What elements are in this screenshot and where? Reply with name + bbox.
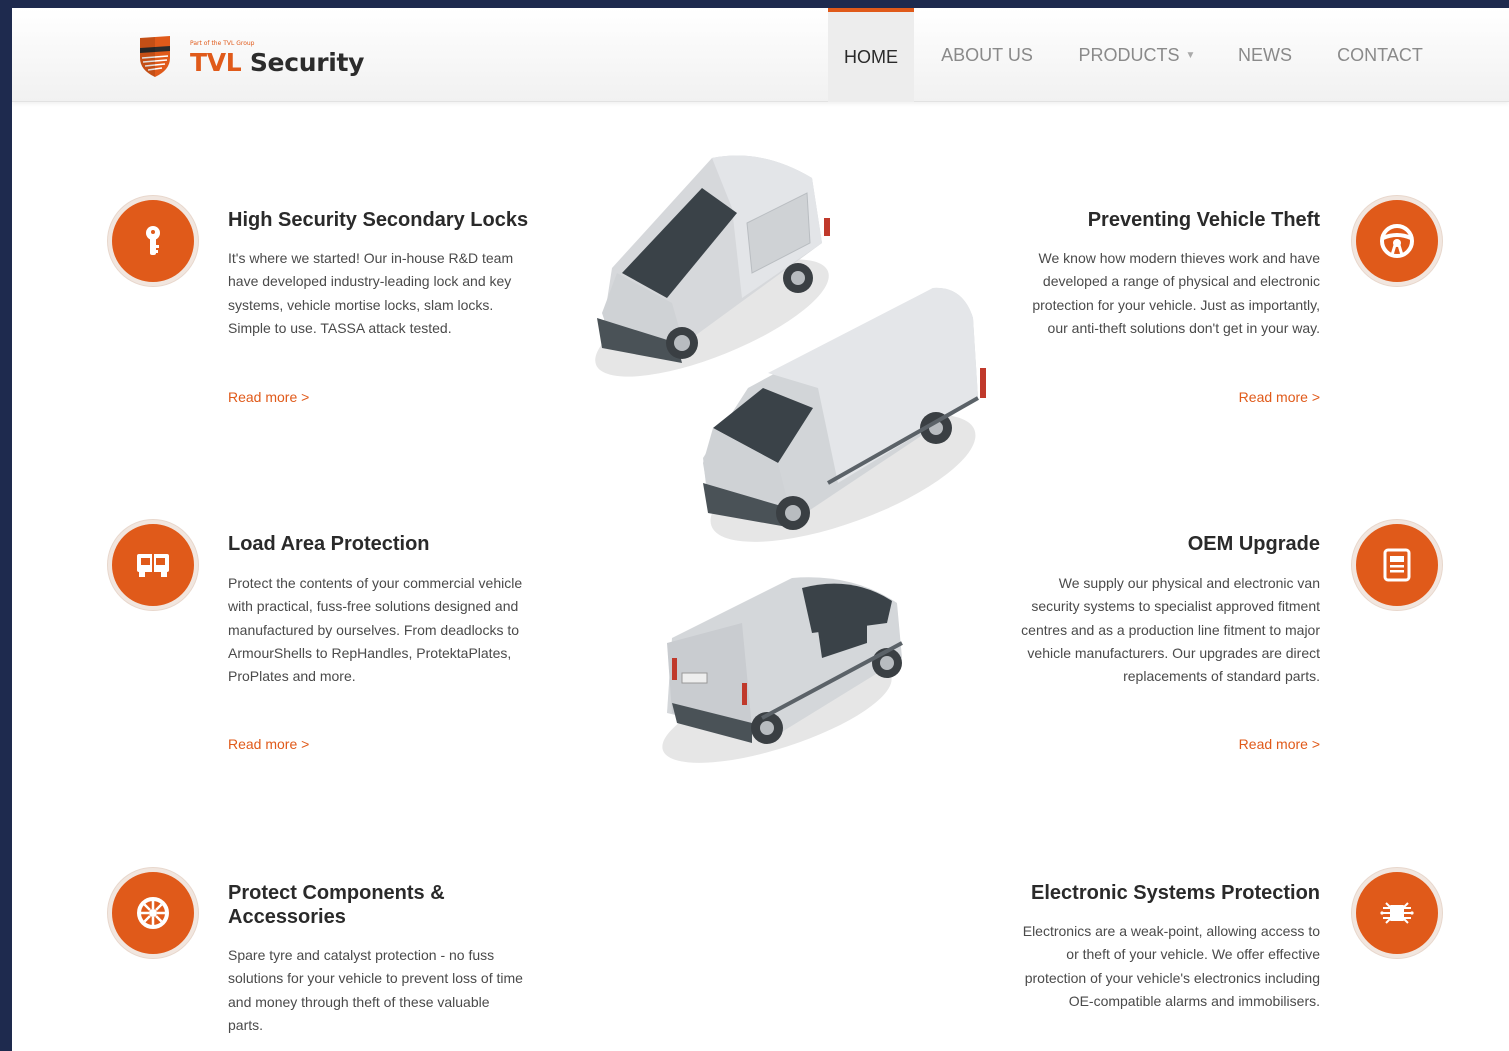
nav-contact[interactable]: CONTACT bbox=[1330, 8, 1430, 102]
nav-products[interactable]: PRODUCTS ▼ bbox=[1072, 8, 1202, 102]
logo-tvl: TVL bbox=[190, 48, 242, 77]
feature-title: OEM Upgrade bbox=[1187, 533, 1320, 555]
logo-tagline: Part of the TVL Group bbox=[190, 40, 255, 47]
feature-title: High Security Secondary Locks bbox=[228, 209, 529, 231]
feature-description: We know how modern thieves work and have… bbox=[1032, 250, 1320, 336]
key-icon bbox=[108, 196, 198, 286]
read-more-link[interactable]: Read more > bbox=[1020, 736, 1320, 752]
feature-title: Load Area Protection bbox=[228, 533, 430, 555]
wheel-icon bbox=[108, 868, 198, 958]
document-icon bbox=[1352, 520, 1442, 610]
nav-about-us[interactable]: ABOUT US bbox=[932, 8, 1042, 102]
feature-title: Preventing Vehicle Theft bbox=[1087, 209, 1320, 231]
nav-news-label: NEWS bbox=[1238, 44, 1292, 65]
read-more-link[interactable]: Read more > bbox=[228, 736, 309, 752]
read-more-link[interactable]: Read more > bbox=[228, 389, 309, 405]
large-van-illustration bbox=[703, 287, 986, 542]
nav-products-label: PRODUCTS bbox=[1078, 44, 1180, 65]
feature-description: Spare tyre and catalyst protection - no … bbox=[228, 947, 523, 1033]
feature-description: We supply our physical and electronic va… bbox=[1021, 575, 1320, 685]
van-doors-icon bbox=[108, 520, 198, 610]
logo-security: Security bbox=[249, 48, 365, 77]
site-header: Part of the TVL Group TVL Security HOME … bbox=[12, 8, 1509, 102]
feature-description: It's where we started! Our in-house R&D … bbox=[228, 250, 514, 336]
browser-window: Part of the TVL Group TVL Security HOME … bbox=[12, 8, 1509, 1051]
feature-description: Electronics are a weak-point, allowing a… bbox=[1022, 923, 1320, 1009]
nav-home[interactable]: HOME bbox=[828, 8, 914, 102]
nav-home-label: HOME bbox=[844, 46, 898, 67]
feature-description: Protect the contents of your commercial … bbox=[228, 575, 523, 685]
microchip-icon bbox=[1352, 868, 1442, 958]
steering-wheel-icon bbox=[1352, 196, 1442, 286]
chevron-down-icon: ▼ bbox=[1185, 49, 1196, 61]
read-more-link[interactable]: Read more > bbox=[1020, 389, 1320, 405]
nav-news[interactable]: NEWS bbox=[1230, 8, 1300, 102]
site-logo[interactable]: Part of the TVL Group TVL Security bbox=[138, 32, 364, 84]
nav-about-us-label: ABOUT US bbox=[941, 44, 1033, 65]
feature-title: Electronic Systems Protection bbox=[1031, 882, 1320, 904]
feature-title: Protect Components & Accessories bbox=[228, 882, 445, 928]
nav-contact-label: CONTACT bbox=[1337, 44, 1423, 65]
shield-logo-icon bbox=[140, 36, 170, 77]
logo-wordmark: TVL Security bbox=[190, 48, 364, 77]
rear-van-illustration bbox=[662, 577, 903, 763]
